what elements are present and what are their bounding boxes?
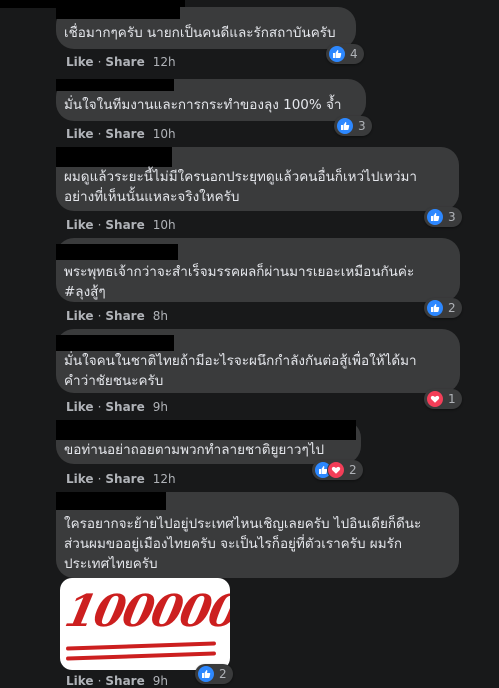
like-link[interactable]: Like [66, 400, 94, 414]
timestamp[interactable]: 9h [153, 674, 168, 688]
share-link[interactable]: Share [105, 674, 144, 688]
comment-text: ใครอยากจะย้ายไปอยู่ประเทศไหนเชิญเลยครับ … [64, 516, 422, 572]
share-link[interactable]: Share [105, 309, 144, 323]
comment-text: มั่นใจคนในชาติไทยถ้ามีอะไรจะผนึกกำลังกัน… [64, 353, 417, 389]
dot-separator: · [97, 674, 102, 688]
comment-actions: Like · Share 10h [66, 218, 176, 232]
comment-image[interactable]: 1000000 [60, 578, 230, 670]
reaction-count: 2 [219, 667, 227, 681]
like-link[interactable]: Like [66, 309, 94, 323]
share-link[interactable]: Share [105, 218, 144, 232]
hundred-points-image-text: 1000000 [60, 586, 230, 637]
share-link[interactable]: Share [105, 400, 144, 414]
like-icon [328, 45, 346, 63]
reaction-badge[interactable]: 3 [424, 207, 462, 227]
reaction-count: 1 [448, 392, 456, 406]
timestamp[interactable]: 10h [153, 127, 176, 141]
dot-separator: · [97, 309, 102, 323]
comment-bubble: พระพุทธเจ้ากว่าจะสำเร็จมรรคผลก็ผ่านมารเย… [56, 238, 460, 302]
redacted-name [56, 492, 166, 510]
reaction-count: 4 [350, 47, 358, 61]
like-icon [426, 299, 444, 317]
redacted-name [56, 0, 180, 19]
timestamp[interactable]: 12h [153, 55, 176, 69]
comment-text: เชื่อมากๆครับ นายกเป็นคนดีและรักสถาบันคร… [64, 25, 336, 41]
dot-separator: · [97, 55, 102, 69]
comment-actions: Like · Share 9h [66, 400, 168, 414]
redacted-name [56, 79, 174, 91]
comment-text: มั่นใจในทีมงานและการกระทำของลุง 100% จ้ำ [64, 97, 342, 113]
comment-bubble: ผมดูแล้วระยะนี้ไม่มีใครนอกประยุทดูแล้วคน… [56, 147, 459, 211]
redacted-name [56, 335, 174, 351]
reaction-badge[interactable]: 3 [334, 116, 372, 136]
dot-separator: · [97, 127, 102, 141]
timestamp[interactable]: 9h [153, 400, 168, 414]
redacted-name [56, 147, 172, 167]
reaction-badge[interactable]: 1 [424, 389, 462, 409]
share-link[interactable]: Share [105, 127, 144, 141]
timestamp[interactable]: 10h [153, 218, 176, 232]
comment-text: ผมดูแล้วระยะนี้ไม่มีใครนอกประยุทดูแล้วคน… [64, 169, 417, 205]
timestamp[interactable]: 12h [153, 472, 176, 486]
reaction-badge[interactable]: 2 [424, 298, 462, 318]
comment-actions: Like · Share 12h [66, 472, 176, 486]
comment-text: ขอท่านอย่าถอยตามพวกทำลายชาติยูยาวๆไป [64, 442, 325, 458]
like-link[interactable]: Like [66, 674, 94, 688]
comment-actions: Like · Share 12h [66, 55, 176, 69]
like-link[interactable]: Like [66, 127, 94, 141]
image-underline [65, 651, 217, 661]
like-link[interactable]: Like [66, 55, 94, 69]
comment-actions: Like · Share 10h [66, 127, 176, 141]
image-underline [65, 641, 217, 651]
reaction-badge[interactable]: 4 [326, 44, 364, 64]
comment-bubble: เชื่อมากๆครับ นายกเป็นคนดีและรักสถาบันคร… [56, 0, 356, 49]
comment-bubble: ขอท่านอย่าถอยตามพวกทำลายชาติยูยาวๆไป [56, 420, 361, 464]
like-icon [197, 665, 215, 683]
timestamp[interactable]: 8h [153, 309, 168, 323]
like-icon [336, 117, 354, 135]
share-link[interactable]: Share [105, 472, 144, 486]
love-icon [426, 390, 444, 408]
redacted-name [56, 244, 178, 260]
comment-text: พระพุทธเจ้ากว่าจะสำเร็จมรรคผลก็ผ่านมารเย… [64, 264, 415, 300]
love-icon [327, 461, 345, 479]
reaction-count: 3 [358, 119, 366, 133]
comment-bubble: ใครอยากจะย้ายไปอยู่ประเทศไหนเชิญเลยครับ … [56, 492, 459, 578]
comment-actions: Like · Share 8h [66, 309, 168, 323]
dot-separator: · [97, 218, 102, 232]
like-link[interactable]: Like [66, 218, 94, 232]
reaction-count: 3 [448, 210, 456, 224]
reaction-badge[interactable]: 2 [195, 664, 233, 684]
comment-bubble: มั่นใจคนในชาติไทยถ้ามีอะไรจะผนึกกำลังกัน… [56, 329, 460, 393]
reaction-count: 2 [349, 463, 357, 477]
dot-separator: · [97, 400, 102, 414]
reaction-count: 2 [448, 301, 456, 315]
like-link[interactable]: Like [66, 472, 94, 486]
reaction-badge[interactable]: 2 [312, 460, 363, 480]
share-link[interactable]: Share [105, 55, 144, 69]
dot-separator: · [97, 472, 102, 486]
comment-actions: Like · Share 9h [66, 674, 168, 688]
like-icon [426, 208, 444, 226]
redacted-name [56, 420, 356, 440]
comment-bubble: มั่นใจในทีมงานและการกระทำของลุง 100% จ้ำ [56, 79, 366, 121]
